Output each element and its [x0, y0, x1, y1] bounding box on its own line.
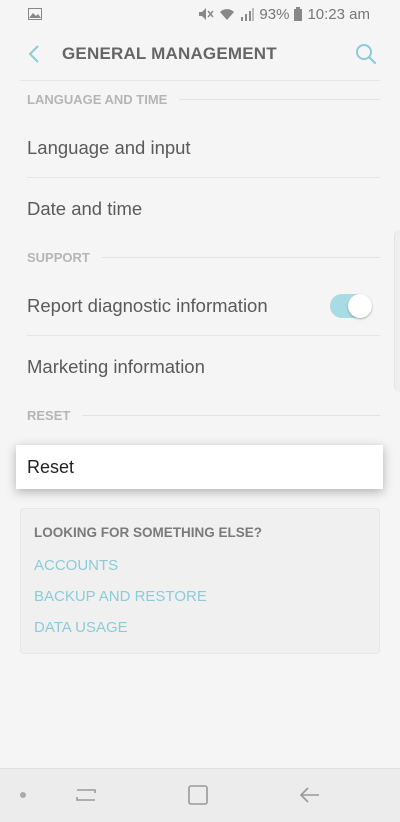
settings-content: LANGUAGE AND TIME Language and input Dat…	[0, 80, 400, 654]
section-header-support: SUPPORT	[0, 239, 400, 275]
report-diagnostic-toggle[interactable]	[330, 293, 372, 318]
section-header-reset: RESET	[0, 397, 400, 433]
status-bar: 93% 10:23 am	[0, 0, 400, 28]
search-button[interactable]	[352, 40, 380, 68]
search-icon	[356, 44, 377, 65]
section-line	[179, 98, 380, 100]
gallery-notification-icon	[28, 8, 42, 20]
date-and-time-item[interactable]: Date and time	[0, 178, 400, 239]
battery-percent: 93%	[259, 5, 290, 23]
chevron-left-icon	[28, 45, 39, 63]
marketing-information-item[interactable]: Marketing information	[0, 336, 400, 397]
backup-and-restore-link[interactable]: BACKUP AND RESTORE	[34, 581, 366, 612]
page-title: GENERAL MANAGEMENT	[62, 44, 277, 63]
recents-button[interactable]	[74, 784, 98, 811]
back-nav-button[interactable]	[298, 784, 322, 811]
reset-item[interactable]: Reset	[16, 445, 383, 489]
nav-dot-icon[interactable]	[20, 792, 26, 798]
home-icon	[188, 785, 208, 805]
section-line	[82, 414, 380, 416]
status-right: 93% 10:23 am	[198, 6, 370, 23]
item-label: Language and input	[27, 136, 191, 158]
status-left	[28, 8, 42, 20]
item-label: Report diagnostic information	[27, 294, 268, 316]
suggestions-card: LOOKING FOR SOMETHING ELSE? ACCOUNTS BAC…	[20, 508, 380, 654]
recents-icon	[76, 789, 96, 801]
edge-panel-handle[interactable]	[394, 230, 400, 392]
report-diagnostic-item[interactable]: Report diagnostic information	[0, 275, 400, 336]
language-and-input-item[interactable]: Language and input	[0, 117, 400, 178]
item-label: Marketing information	[27, 355, 205, 377]
section-line	[101, 256, 380, 258]
item-label: Date and time	[27, 197, 143, 219]
app-header: GENERAL MANAGEMENT	[0, 28, 400, 80]
item-label: Reset	[27, 456, 75, 477]
clock: 10:23 am	[307, 5, 370, 23]
battery-icon	[294, 7, 303, 21]
navigation-bar	[0, 768, 400, 822]
wifi-icon	[219, 8, 235, 21]
section-label: RESET	[27, 407, 71, 423]
signal-icon	[240, 7, 255, 21]
mute-icon	[198, 7, 214, 21]
accounts-link[interactable]: ACCOUNTS	[34, 550, 366, 581]
home-button[interactable]	[187, 784, 209, 811]
back-button[interactable]	[22, 42, 46, 66]
data-usage-link[interactable]: DATA USAGE	[34, 612, 366, 643]
section-label: SUPPORT	[27, 249, 90, 265]
section-header-language-time: LANGUAGE AND TIME	[0, 81, 400, 117]
section-label: LANGUAGE AND TIME	[27, 91, 168, 107]
suggestions-title: LOOKING FOR SOMETHING ELSE?	[34, 525, 263, 540]
back-arrow-icon	[299, 787, 319, 803]
toggle-knob	[348, 293, 372, 318]
